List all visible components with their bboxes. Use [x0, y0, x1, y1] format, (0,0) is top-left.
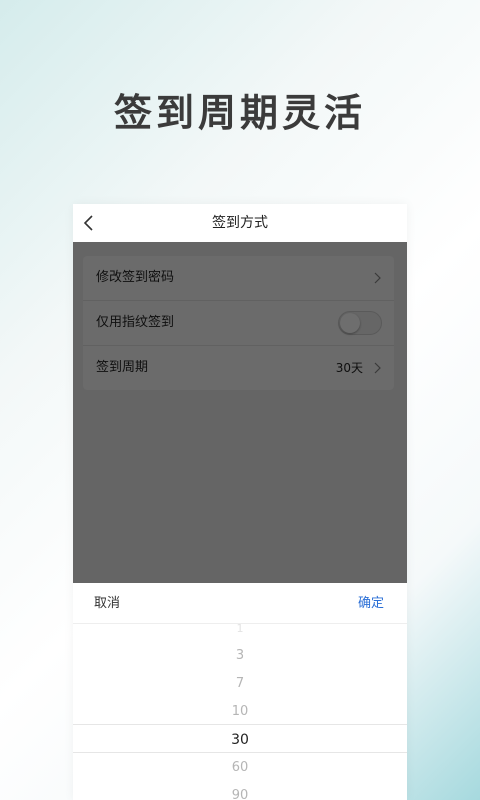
nav-bar: 签到方式	[73, 204, 407, 242]
setting-row-change-password[interactable]: 修改签到密码	[83, 256, 394, 301]
headline: 签到周期灵活	[113, 90, 366, 135]
picker-option[interactable]: 60	[73, 754, 407, 782]
picker-header: 取消 确定	[73, 583, 407, 624]
setting-row-fingerprint-only: 仅用指纹签到	[83, 301, 394, 346]
setting-label: 签到周期	[96, 360, 149, 375]
settings-card: 修改签到密码 仅用指纹签到 签到周期 30天	[83, 256, 394, 390]
setting-value: 30天	[335, 361, 363, 375]
setting-row-checkin-period[interactable]: 签到周期 30天	[83, 346, 394, 390]
chevron-right-icon	[374, 272, 381, 284]
picker-option-selected[interactable]: 30	[73, 726, 407, 754]
setting-label: 修改签到密码	[96, 270, 175, 285]
setting-label: 仅用指纹签到	[96, 315, 175, 330]
picker-option[interactable]: 1	[73, 623, 407, 643]
phone-screen: 签到方式 修改签到密码 仅用指纹签到 签到周期 30天 取消 确定 1 3 7 …	[73, 204, 407, 800]
fingerprint-toggle[interactable]	[338, 311, 382, 335]
picker-option[interactable]: 10	[73, 698, 407, 726]
picker-selection-line	[73, 724, 407, 725]
picker-option[interactable]: 3	[73, 642, 407, 670]
chevron-right-icon	[374, 362, 381, 374]
period-picker[interactable]: 1 3 7 10 30 60 90	[73, 623, 407, 800]
cancel-button[interactable]: 取消	[94, 583, 120, 625]
picker-sheet: 取消 确定 1 3 7 10 30 60 90	[73, 583, 407, 800]
confirm-button[interactable]: 确定	[358, 583, 384, 625]
picker-selection-line	[73, 752, 407, 753]
page-title: 签到方式	[212, 215, 268, 231]
toggle-knob	[340, 313, 360, 333]
picker-option[interactable]: 7	[73, 670, 407, 698]
picker-option[interactable]: 90	[73, 782, 407, 800]
modal-overlay[interactable]: 修改签到密码 仅用指纹签到 签到周期 30天	[73, 242, 407, 583]
